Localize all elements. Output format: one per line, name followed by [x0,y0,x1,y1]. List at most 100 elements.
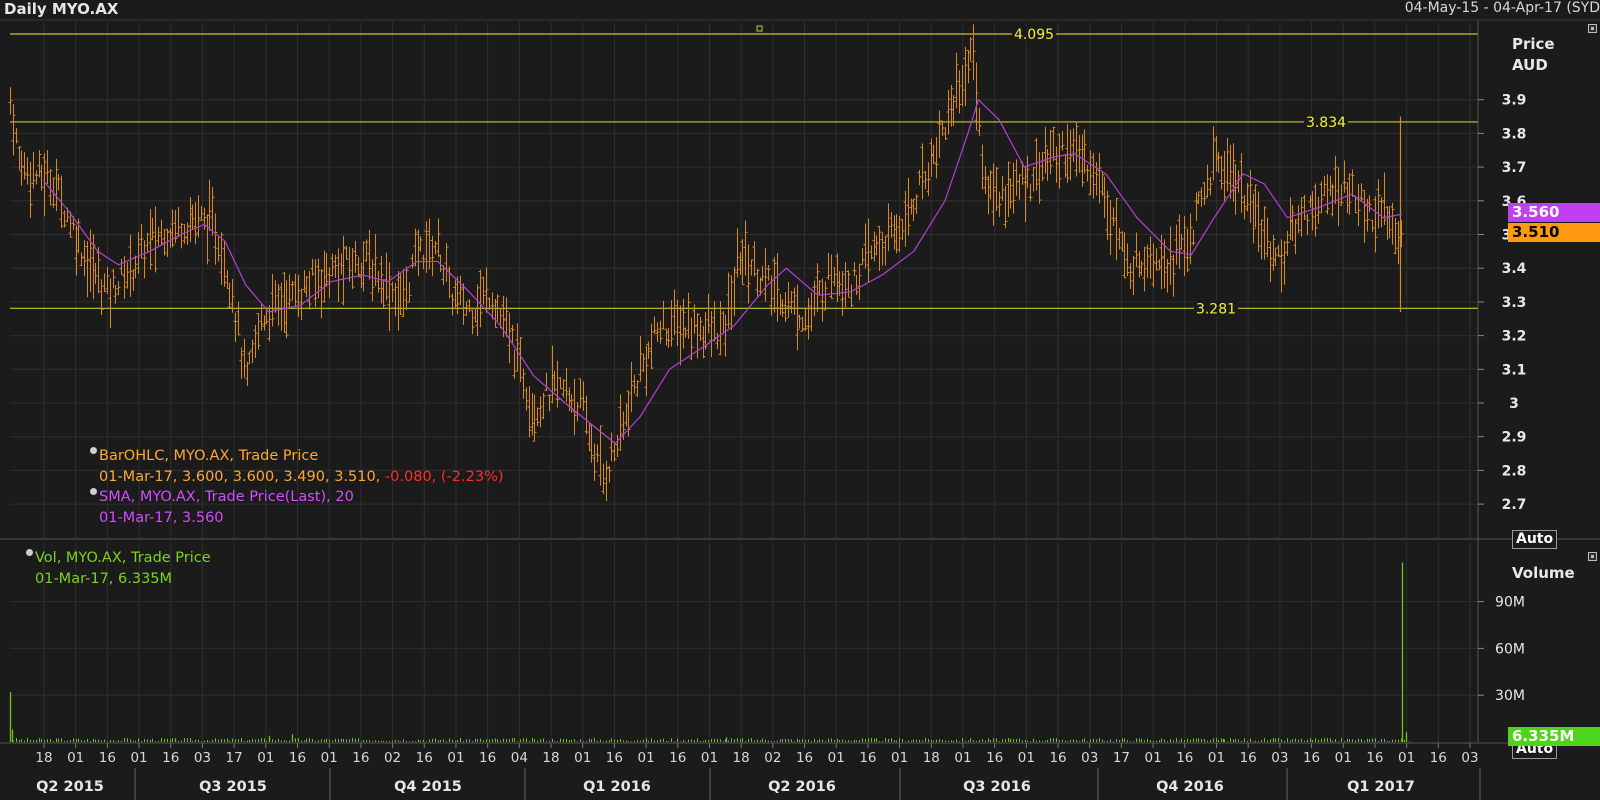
volume-tick-label: 30M [1495,688,1525,704]
quarter-label: Q4 2015 [394,779,462,795]
time-tick-label: 02 [384,750,401,766]
grid-lines [10,22,1478,742]
sma-series [42,98,1403,445]
price-axis-label: Price [1512,35,1555,53]
volume-value-badge: 6.335M [1508,727,1600,746]
quarter-label: Q2 2015 [36,779,104,795]
price-tick-label: 3.4 [1502,261,1527,277]
time-tick-label: 16 [352,750,369,766]
time-tick-label: 01 [447,750,464,766]
chart-svg[interactable]: 4.095 3.834 3.281 2.7 2.8 2.9 3 3.1 3.2 3.3 3.4 3.… [0,0,1600,800]
price-tick-label: 3 [1509,396,1519,412]
price-tick-label: 3.2 [1502,329,1527,345]
ohlc-legend-row: BarOHLC, MYO.AX, Trade Price [90,446,504,467]
volume-tick-label: 90M [1495,595,1525,611]
time-tick-label: 17 [1113,750,1130,766]
time-tick-label: 18 [35,750,52,766]
vol-legend-title: Vol, MYO.AX, Trade Price [35,550,211,566]
time-tick-label: 16 [796,750,813,766]
time-tick-label: 04 [511,750,528,766]
sma-line [42,98,1403,445]
quarter-label: Q1 2016 [583,779,651,795]
axes: 2.72.82.933.13.23.33.43.53.63.73.83.930M… [0,19,1600,800]
sma-value-badge: 3.560 [1508,203,1600,222]
quarter-label: Q4 2016 [1156,779,1224,795]
time-tick-label: 03 [1271,750,1288,766]
time-tick-label: 01 [701,750,718,766]
vol-legend-toggle-icon[interactable] [26,549,33,556]
price-tick-label: 2.7 [1502,497,1527,513]
volume-legend: Vol, MYO.AX, Trade Price 01-Mar-17, 6.33… [26,548,211,589]
sma-legend-title: SMA, MYO.AX, Trade Price(Last), 20 [99,489,354,505]
time-tick-label: 01 [891,750,908,766]
price-panel-menu-icon[interactable] [1588,24,1597,33]
ohlc-legend-title: BarOHLC, MYO.AX, Trade Price [99,448,319,464]
time-tick-label: 01 [257,750,274,766]
sma-legend-values-row: 01-Mar-17, 3.560 [90,508,504,529]
time-tick-label: 03 [194,750,211,766]
time-tick-label: 16 [289,750,306,766]
ohlc-legend-values-row: 01-Mar-17, 3.600, 3.600, 3.490, 3.510, -… [90,467,504,488]
time-tick-label: 03 [1461,750,1478,766]
time-tick-label: 01 [1145,750,1162,766]
time-tick-label: 01 [1018,750,1035,766]
vol-legend-row: Vol, MYO.AX, Trade Price [26,548,211,569]
time-tick-label: 16 [99,750,116,766]
ohlc-bars [8,24,1404,502]
time-tick-label: 16 [1303,750,1320,766]
price-tick-label: 3.7 [1502,160,1527,176]
reference-label: 4.095 [1014,27,1054,43]
horizontal-lines: 4.095 3.834 3.281 [10,25,1478,317]
time-tick-label: 18 [542,750,559,766]
time-tick-label: 16 [416,750,433,766]
ohlc-legend-toggle-icon[interactable] [90,447,97,454]
time-tick-label: 01 [130,750,147,766]
price-tick-label: 2.9 [1502,430,1527,446]
time-tick-label: 18 [733,750,750,766]
quarter-label: Q3 2015 [199,779,267,795]
price-tick-label: 2.8 [1502,463,1527,479]
ohlc-legend-change: -0.080, (-2.23%) [380,468,504,485]
price-auto-button[interactable]: Auto [1512,530,1558,549]
chart-window: Daily MYO.AX 04-May-15 - 04-Apr-17 (SYD … [0,0,1600,800]
time-tick-label: 18 [923,750,940,766]
time-tick-label: 01 [67,750,84,766]
time-tick-label: 16 [986,750,1003,766]
time-tick-label: 16 [1049,750,1066,766]
vol-legend-values-row: 01-Mar-17, 6.335M [26,569,211,590]
drag-handle-icon [756,25,763,32]
volume-tick-label: 60M [1495,641,1525,657]
time-tick-label: 01 [828,750,845,766]
time-tick-label: 16 [1430,750,1447,766]
ohlc-legend-values: 01-Mar-17, 3.600, 3.600, 3.490, 3.510, [99,468,381,485]
reference-label: 3.281 [1196,301,1236,317]
time-tick-label: 16 [162,750,179,766]
time-tick-label: 17 [226,750,243,766]
reference-label: 3.834 [1306,115,1346,131]
quarter-label: Q3 2016 [963,779,1031,795]
time-tick-label: 01 [1335,750,1352,766]
time-tick-label: 01 [574,750,591,766]
time-tick-label: 16 [1240,750,1257,766]
time-tick-label: 16 [669,750,686,766]
time-tick-label: 16 [606,750,623,766]
quarter-label: Q1 2017 [1347,779,1415,795]
volume-axis-label: Volume [1512,564,1575,582]
sma-legend-toggle-icon[interactable] [90,488,97,495]
time-tick-label: 16 [1176,750,1193,766]
time-tick-label: 01 [321,750,338,766]
vol-legend-values: 01-Mar-17, 6.335M [35,570,173,587]
currency-axis-label: AUD [1512,56,1548,74]
time-tick-label: 02 [764,750,781,766]
price-legend: BarOHLC, MYO.AX, Trade Price 01-Mar-17, … [90,446,504,528]
quarter-label: Q2 2016 [768,779,836,795]
volume-panel-menu-icon[interactable] [1588,552,1597,561]
time-tick-label: 01 [637,750,654,766]
sma-legend-row: SMA, MYO.AX, Trade Price(Last), 20 [90,487,504,508]
price-tick-label: 3.1 [1502,362,1527,378]
price-value-badge: 3.510 [1508,223,1600,242]
time-tick-label: 16 [479,750,496,766]
time-tick-label: 01 [1208,750,1225,766]
time-tick-label: 03 [1081,750,1098,766]
price-tick-label: 3.3 [1502,295,1527,311]
